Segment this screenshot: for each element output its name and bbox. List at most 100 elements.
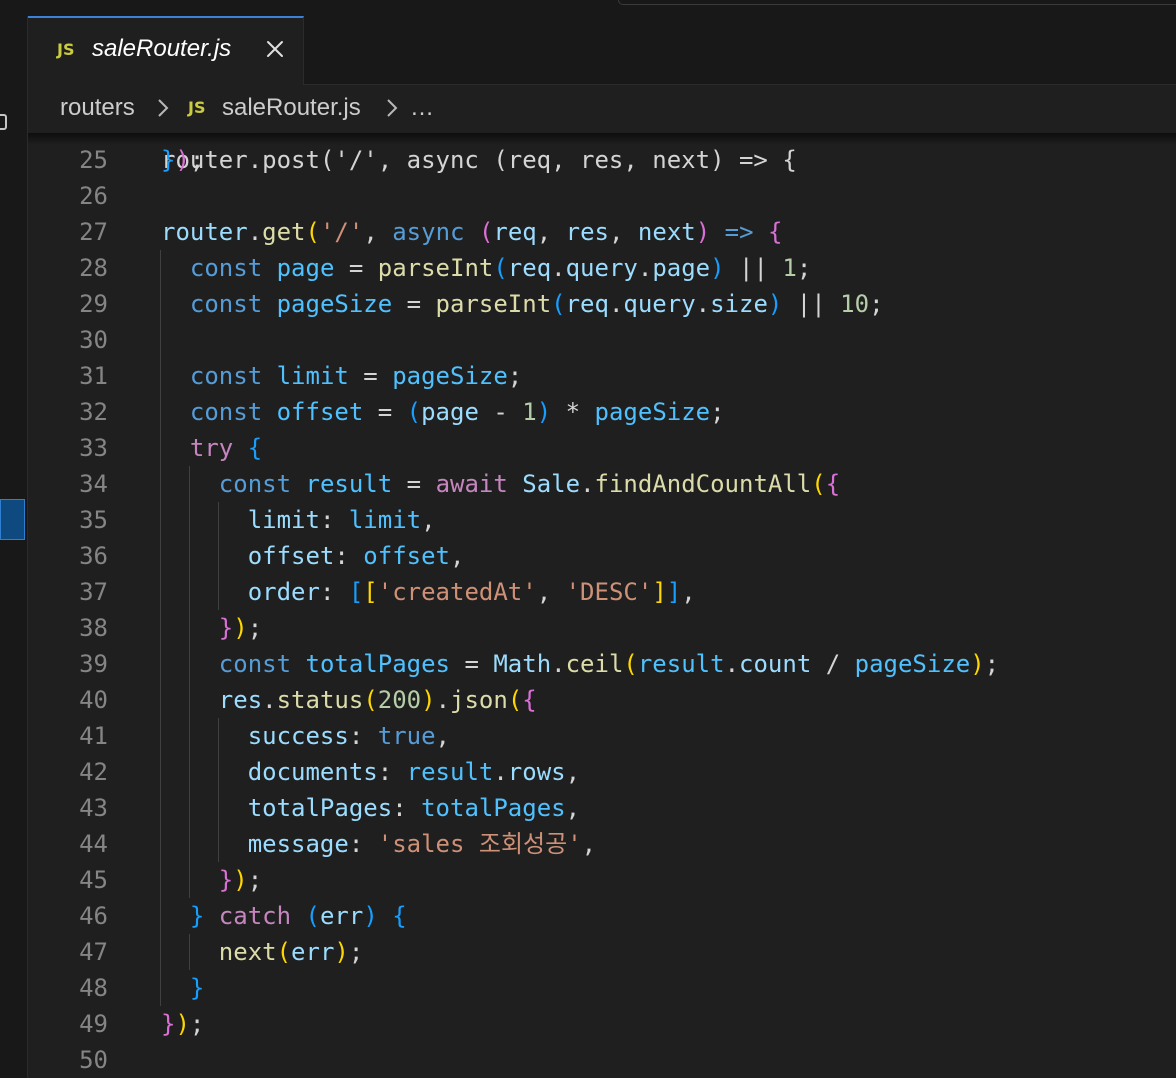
indent-guide [160, 898, 161, 934]
code-token: , [421, 506, 436, 534]
code-token: status [276, 686, 364, 714]
code-token: . [247, 218, 263, 246]
indent-guide [188, 646, 190, 682]
code-line[interactable]: 34 const result = await Sale.findAndCount… [28, 466, 1176, 502]
code-line[interactable]: 44 message: 'sales 조회성공', [28, 826, 1176, 862]
code-line[interactable]: 25}); [28, 142, 1176, 178]
code-token: ) [695, 218, 711, 246]
code-token: get [262, 218, 306, 246]
code-token: result [637, 650, 725, 678]
line-number: 27 [79, 218, 108, 246]
indent-guide [188, 538, 190, 574]
code-line[interactable]: 42 documents: result.rows, [28, 754, 1176, 790]
code-content: } [190, 970, 204, 1006]
breadcrumb-more[interactable]: … [410, 94, 434, 122]
code-token: ( [363, 686, 378, 714]
indent-guide [160, 574, 161, 610]
indent-guide [160, 718, 161, 754]
code-line[interactable]: 50 [28, 1042, 1176, 1078]
code-line[interactable]: 48} [28, 970, 1176, 1006]
code-token: ; [247, 614, 263, 642]
code-token: const [218, 650, 292, 678]
code-token: ( [478, 218, 494, 246]
code-token: success [247, 722, 349, 750]
code-line[interactable]: 47 next(err); [28, 934, 1176, 970]
code-line[interactable]: 29 const pageSize = parseInt(req.query.si… [28, 286, 1176, 322]
code-token: ( [406, 398, 422, 426]
code-line[interactable]: 46} catch (err) { [28, 898, 1176, 934]
code-line[interactable]: 35 limit: limit, [28, 502, 1176, 538]
breadcrumb-file[interactable]: saleRouter.js [222, 94, 361, 122]
code-line[interactable]: 36 offset: offset, [28, 538, 1176, 574]
copy-icon[interactable] [0, 111, 10, 135]
activity-active-item[interactable] [0, 499, 25, 540]
line-number: 26 [79, 182, 108, 210]
code-line[interactable]: 40 res.status(200).json({ [28, 682, 1176, 718]
code-line[interactable]: 33 try { [28, 430, 1176, 466]
code-line[interactable]: 28 const page = parseInt(req.query.page) … [28, 250, 1176, 286]
code-line[interactable]: 37 order: [['createdAt', 'DESC']], [28, 574, 1176, 610]
activity-bar [0, 16, 28, 1078]
code-token: err [319, 902, 364, 930]
code-token: json [450, 686, 508, 714]
code-token: , [536, 578, 566, 606]
code-token: offset [247, 542, 335, 570]
code-token: , [609, 218, 638, 246]
code-line[interactable]: 26 [28, 178, 1176, 214]
code-content: const result = await Sale.findAndCountAl… [219, 466, 840, 502]
tab-salerouter[interactable]: JS saleRouter.js [28, 16, 304, 85]
close-icon[interactable] [264, 38, 286, 60]
code-token: async [392, 218, 465, 246]
indent-guide [217, 754, 219, 790]
line-number: 42 [79, 758, 108, 786]
indent-guide [160, 466, 161, 502]
code-editor[interactable]: router.post('/', async (req, res, next) … [28, 133, 1176, 1078]
code-token: ( [507, 686, 523, 714]
code-token: => [724, 218, 754, 246]
code-line[interactable]: 45}); [28, 862, 1176, 898]
code-token: ( [493, 254, 508, 282]
code-content: offset: offset, [248, 538, 465, 574]
code-token: ] [652, 578, 667, 606]
code-token: query [565, 254, 638, 282]
code-token: ) [536, 398, 552, 426]
code-line[interactable]: 27 router.get('/', async (req, res, next)… [28, 214, 1176, 250]
code-token: ] [666, 578, 682, 606]
code-line[interactable]: 49}); [28, 1006, 1176, 1042]
code-token: message [247, 830, 349, 858]
code-content: const limit = pageSize; [190, 358, 522, 394]
code-token: . [724, 650, 740, 678]
code-line[interactable]: 38}); [28, 610, 1176, 646]
code-line[interactable]: 39 const totalPages = Math.ceil(result.co… [28, 646, 1176, 682]
code-token: * [551, 398, 595, 426]
code-token: ( [551, 290, 566, 318]
code-line[interactable]: 31 const limit = pageSize; [28, 358, 1176, 394]
code-line[interactable]: 43 totalPages: totalPages, [28, 790, 1176, 826]
javascript-file-icon: JS [57, 40, 75, 59]
code-token: || [724, 254, 783, 282]
code-line[interactable]: 30 [28, 322, 1176, 358]
indent-guide [188, 718, 190, 754]
code-token: 200 [377, 686, 422, 714]
code-token: , [565, 794, 581, 822]
code-token: , [363, 218, 393, 246]
code-token: , [681, 578, 696, 606]
code-line[interactable]: 41 success: true, [28, 718, 1176, 754]
code-token: , [435, 722, 450, 750]
code-token: result [406, 758, 494, 786]
code-token: ; [247, 866, 263, 894]
code-token: : [334, 542, 364, 570]
breadcrumb-folder[interactable]: routers [60, 94, 135, 122]
code-token: - [478, 398, 523, 426]
code-token: Math [493, 650, 552, 678]
code-token: result [305, 470, 393, 498]
code-token: req [507, 254, 552, 282]
line-number: 38 [79, 614, 108, 642]
code-token: true [377, 722, 436, 750]
code-line[interactable]: 32 const offset = (page - 1) * pageSize; [28, 394, 1176, 430]
